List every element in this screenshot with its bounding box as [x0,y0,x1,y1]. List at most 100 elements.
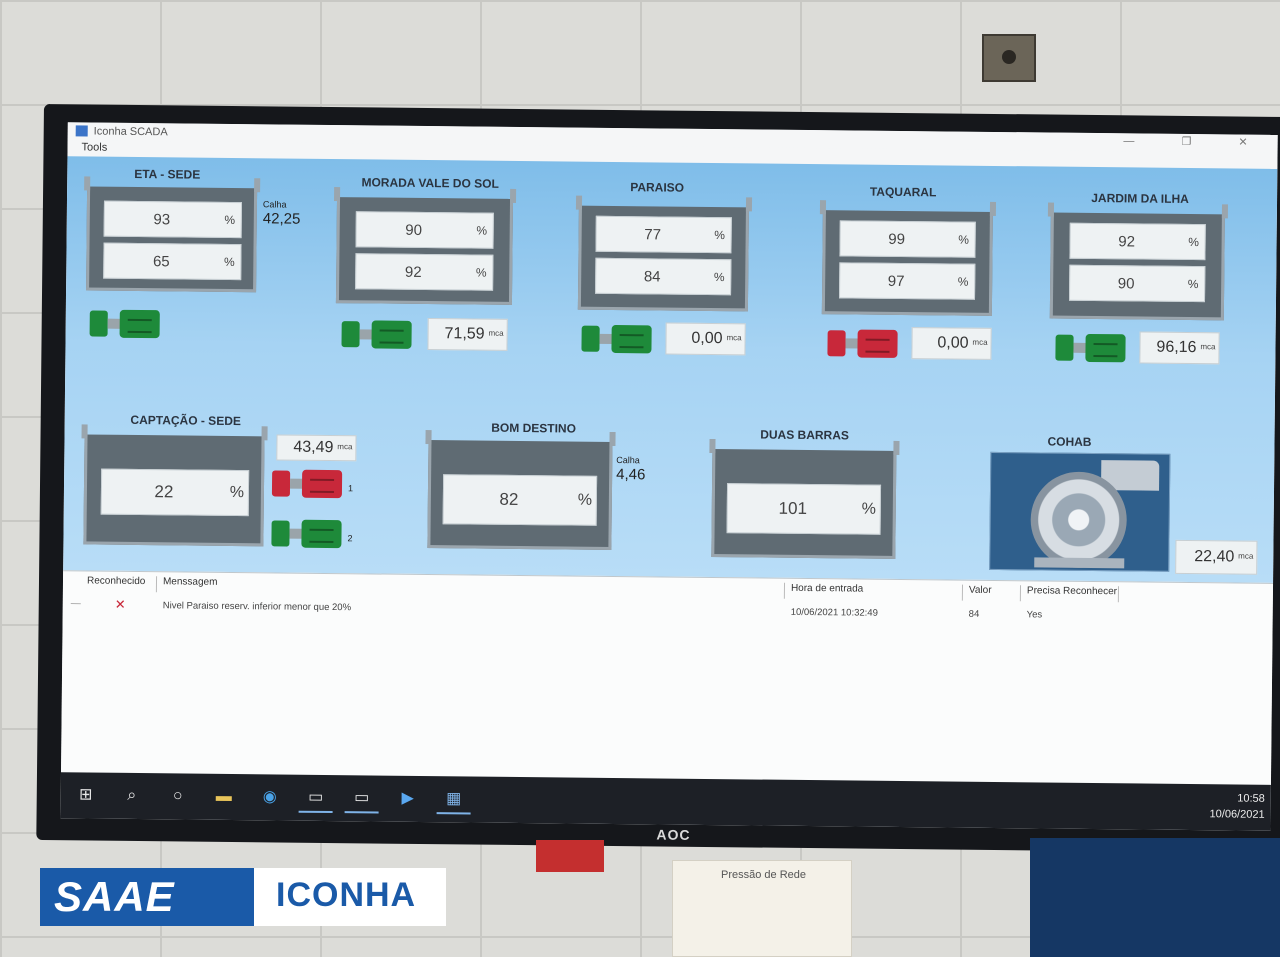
alarm-time: 10/06/2021 10:32:49 [790,606,878,619]
search-icon[interactable]: ⌕ [115,781,149,811]
not-acknowledged-icon[interactable]: ✕ [115,597,126,613]
level-field-1: 92 % [1069,222,1206,261]
pump-motor-icon [301,519,342,549]
level-value: 92 [404,263,422,281]
pump-captacao-2[interactable] [271,516,343,551]
system-clock[interactable]: 10:58 10/06/2021 [1209,790,1265,823]
task-view-icon[interactable]: ○ [161,781,195,811]
column-header-entry-time[interactable]: Hora de entrada [786,582,964,601]
tank-captacao[interactable]: 22 % [83,434,265,547]
pressure-unit: mca [337,442,353,452]
pump-motor-icon [119,309,160,339]
calha-label: Calha [262,199,287,210]
pump-base [1055,334,1074,361]
blue-door-panel [1030,838,1280,957]
level-field-1: 77 % [595,215,732,254]
percent-unit: % [958,232,970,247]
percent-unit: % [713,270,725,285]
level-field: 82 % [442,474,598,526]
turbine-base [1034,557,1125,569]
edge-icon[interactable]: ◉ [253,782,287,812]
cohab-pump-station-image[interactable] [989,451,1171,572]
wall-socket [982,34,1036,82]
pressure-value: 96,16 [1156,338,1197,357]
station-title-morada: MORADA VALE DO SOL [361,175,499,191]
tank-morada[interactable]: 90 % 92 % [335,197,514,305]
alarm-grid[interactable]: Reconhecido Menssagem Hora de entrada Va… [61,570,1274,785]
column-header-message[interactable]: Menssagem [158,576,786,599]
percent-unit: % [861,500,877,518]
station-title-paraiso: PARAISO [630,180,685,195]
pump-motor-icon [857,329,898,358]
percent-unit: % [577,491,593,509]
level-field-2: 97 % [839,262,976,300]
media-player-icon[interactable]: ▶ [391,784,425,814]
monitor: Iconha SCADA — ❐ ✕ Tools ETA - SEDE 93 %… [36,104,1280,854]
pump-motor-icon [611,324,652,354]
menu-tools[interactable]: Tools [81,141,107,153]
percent-unit: % [1188,234,1200,250]
logo-saae: SAAE [40,868,254,926]
column-header-acknowledged[interactable]: Reconhecido [82,575,158,593]
paper-title: Pressão de Rede [721,869,806,881]
pump-morada[interactable] [341,317,413,352]
pressure-display-morada: 71,59 mca [427,318,508,351]
clock-date: 10/06/2021 [1209,808,1265,821]
pressure-unit: mca [972,337,988,347]
pump-motor-icon [1085,333,1126,363]
percent-unit: % [1187,276,1199,292]
percent-unit: % [223,254,235,270]
level-value: 65 [152,252,170,270]
terminal-icon[interactable]: ▭ [298,782,333,814]
pressure-display-cohab: 22,40 mca [1175,539,1258,575]
pump-motor-icon [301,469,343,499]
clock-time: 10:58 [1237,792,1265,805]
pump-base [271,470,291,497]
pump-base [341,321,360,348]
level-field: 22 % [100,468,250,517]
percent-unit: % [714,228,726,243]
column-header-value[interactable]: Valor [964,584,1022,602]
alarm-value: 84 [968,608,980,620]
percent-unit: % [224,212,236,228]
scada-app-icon[interactable]: ▦ [436,784,471,815]
station-title-eta-sede: ETA - SEDE [134,166,201,182]
turbine-icon [1030,471,1128,569]
pump-paraiso[interactable] [581,322,653,357]
tank-jardim[interactable]: 92 % 90 % [1049,212,1225,321]
pump-taquaral[interactable] [827,326,899,361]
pressure-value: 0,00 [937,334,969,352]
pump-number-1: 1 [347,483,354,494]
pressure-display-taquaral: 0,00 mca [911,327,992,360]
level-value: 101 [778,498,808,519]
pressure-value: 0,00 [691,329,723,348]
level-field-2: 65 % [103,242,242,281]
tank-paraiso[interactable]: 77 % 84 % [577,205,749,312]
tank-eta-sede[interactable]: 93 % 65 % [86,186,258,293]
pump-captacao-1[interactable] [271,466,344,501]
pressure-unit: mca [488,328,504,338]
tank-duas-barras[interactable]: 101 % [711,449,897,559]
level-field-1: 90 % [355,211,494,249]
pressure-display-jardim: 96,16 mca [1139,331,1220,365]
pressure-display-paraiso: 0,00 mca [665,322,746,356]
tank-taquaral[interactable]: 99 % 97 % [821,210,993,316]
tank-bom-destino[interactable]: 82 % [427,440,613,550]
level-field-1: 99 % [839,220,976,258]
pressure-unit: mca [726,333,742,343]
folder-icon[interactable]: ▬ [207,782,241,812]
level-field: 101 % [726,483,882,535]
start-icon[interactable]: ⊞ [69,780,103,810]
window-controls[interactable]: — ❐ ✕ [1123,134,1269,149]
pump-jardim[interactable] [1055,331,1127,366]
wall-paper-sheet: Pressão de Rede [672,860,852,957]
pump-eta-sede[interactable] [89,306,162,341]
terminal-icon[interactable]: ▭ [344,783,379,814]
station-title-taquaral: TAQUARAL [869,184,937,200]
level-value: 92 [1118,232,1136,250]
column-header-needs-ack[interactable]: Precisa Reconhecer [1022,585,1120,603]
level-value: 77 [644,225,662,243]
pump-number-2: 2 [347,533,353,544]
level-value: 99 [888,230,906,248]
station-title-jardim: JARDIM DA ILHA [1091,190,1189,206]
